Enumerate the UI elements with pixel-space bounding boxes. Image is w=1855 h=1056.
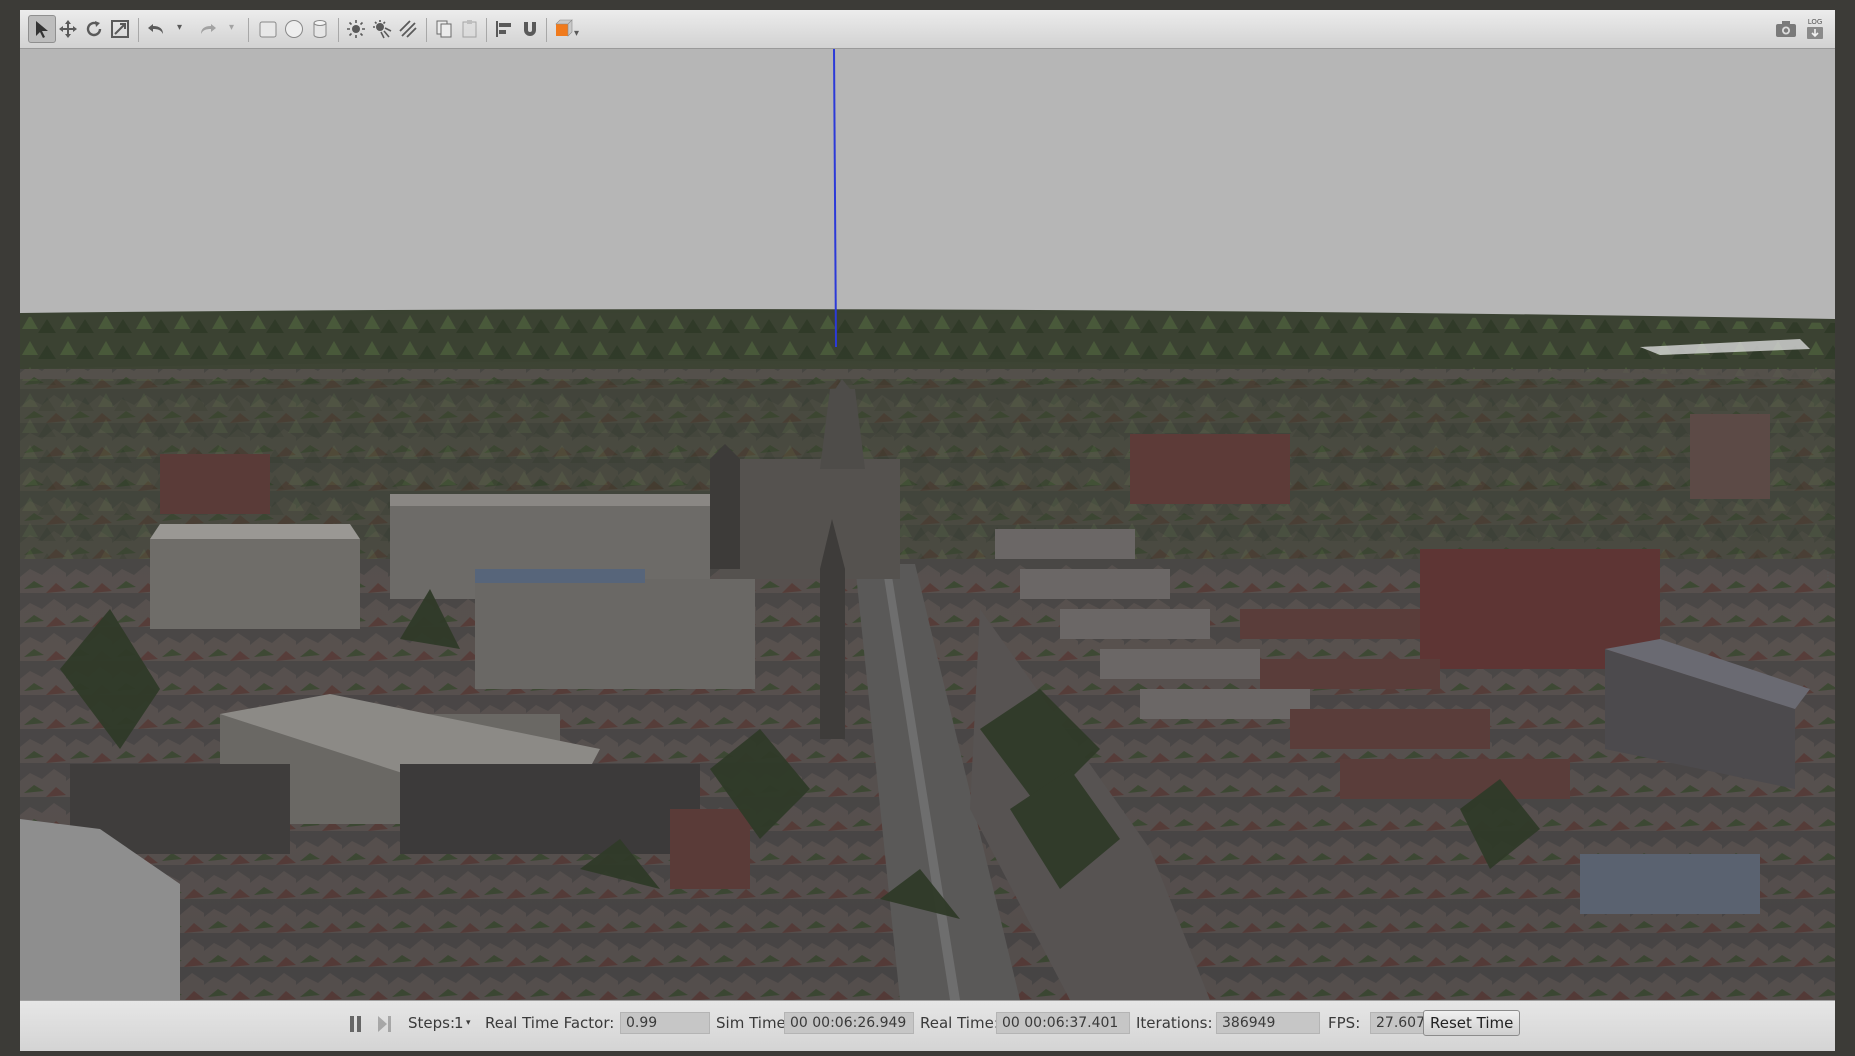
box-shape-icon[interactable] bbox=[254, 15, 282, 43]
iterations-label: Iterations: bbox=[1136, 1014, 1213, 1032]
toolbar-separator bbox=[486, 18, 487, 42]
undo-icon[interactable] bbox=[142, 15, 170, 43]
time-panel: Steps: 1 ▾ Real Time Factor: 0.99 Sim Ti… bbox=[20, 1000, 1835, 1051]
paste-icon[interactable] bbox=[456, 15, 484, 43]
real-time-label: Real Time: bbox=[920, 1014, 999, 1032]
reset-time-button[interactable]: Reset Time bbox=[1423, 1010, 1521, 1036]
screenshot-camera-icon[interactable] bbox=[1772, 15, 1800, 43]
cylinder-shape-icon[interactable] bbox=[306, 15, 334, 43]
right-panel-handle-icon[interactable]: ⁝ bbox=[1826, 569, 1830, 583]
directional-light-icon[interactable] bbox=[394, 15, 422, 43]
toolbar-separator bbox=[546, 18, 547, 42]
redo-icon[interactable] bbox=[194, 15, 222, 43]
snap-magnet-icon[interactable] bbox=[516, 15, 544, 43]
sim-time-label: Sim Time: bbox=[716, 1014, 791, 1032]
rotate-tool-icon[interactable] bbox=[80, 15, 108, 43]
align-icon[interactable] bbox=[490, 15, 518, 43]
pause-icon[interactable] bbox=[342, 1010, 370, 1038]
view-angle-dropdown-chevron-icon[interactable]: ▾ bbox=[574, 28, 579, 39]
point-light-icon[interactable] bbox=[342, 15, 370, 43]
copy-icon[interactable] bbox=[430, 15, 458, 43]
scale-tool-icon[interactable] bbox=[106, 15, 134, 43]
toolbar-separator bbox=[338, 18, 339, 42]
iterations-field: 386949 bbox=[1216, 1012, 1320, 1034]
undo-dropdown-chevron-icon[interactable]: ▾ bbox=[177, 22, 182, 33]
steps-spinner-chevron-icon[interactable]: ▾ bbox=[466, 1018, 471, 1028]
city-scene-render bbox=[20, 49, 1835, 1000]
spot-light-icon[interactable] bbox=[368, 15, 396, 43]
toolbar-separator bbox=[138, 18, 139, 42]
rtf-label: Real Time Factor: bbox=[485, 1014, 615, 1032]
toolbar-separator bbox=[426, 18, 427, 42]
rtf-value-field: 0.99 bbox=[620, 1012, 710, 1034]
real-time-field: 00 00:06:37.401 bbox=[996, 1012, 1130, 1034]
3d-scene-viewport[interactable]: ⁝ ⁝ bbox=[20, 49, 1835, 1000]
toolbar: ▾ ▾ ▾ LOG bbox=[20, 10, 1835, 49]
redo-dropdown-chevron-icon[interactable]: ▾ bbox=[229, 22, 234, 33]
toolbar-separator bbox=[248, 18, 249, 42]
sim-time-field: 00 00:06:26.949 bbox=[784, 1012, 914, 1034]
select-tool-icon[interactable] bbox=[28, 15, 56, 43]
gazebo-window: ▾ ▾ ▾ LOG ⁝ Steps: 1 ▾ Real Time Factor:… bbox=[20, 10, 1835, 1051]
log-label: LOG bbox=[1807, 18, 1823, 26]
sphere-shape-icon[interactable] bbox=[280, 15, 308, 43]
steps-value[interactable]: 1 bbox=[454, 1014, 464, 1032]
steps-label: Steps: bbox=[408, 1014, 456, 1032]
fps-label: FPS: bbox=[1328, 1014, 1361, 1032]
log-icon[interactable]: LOG bbox=[1801, 15, 1829, 43]
step-forward-icon[interactable] bbox=[370, 1010, 398, 1038]
translate-tool-icon[interactable] bbox=[54, 15, 82, 43]
